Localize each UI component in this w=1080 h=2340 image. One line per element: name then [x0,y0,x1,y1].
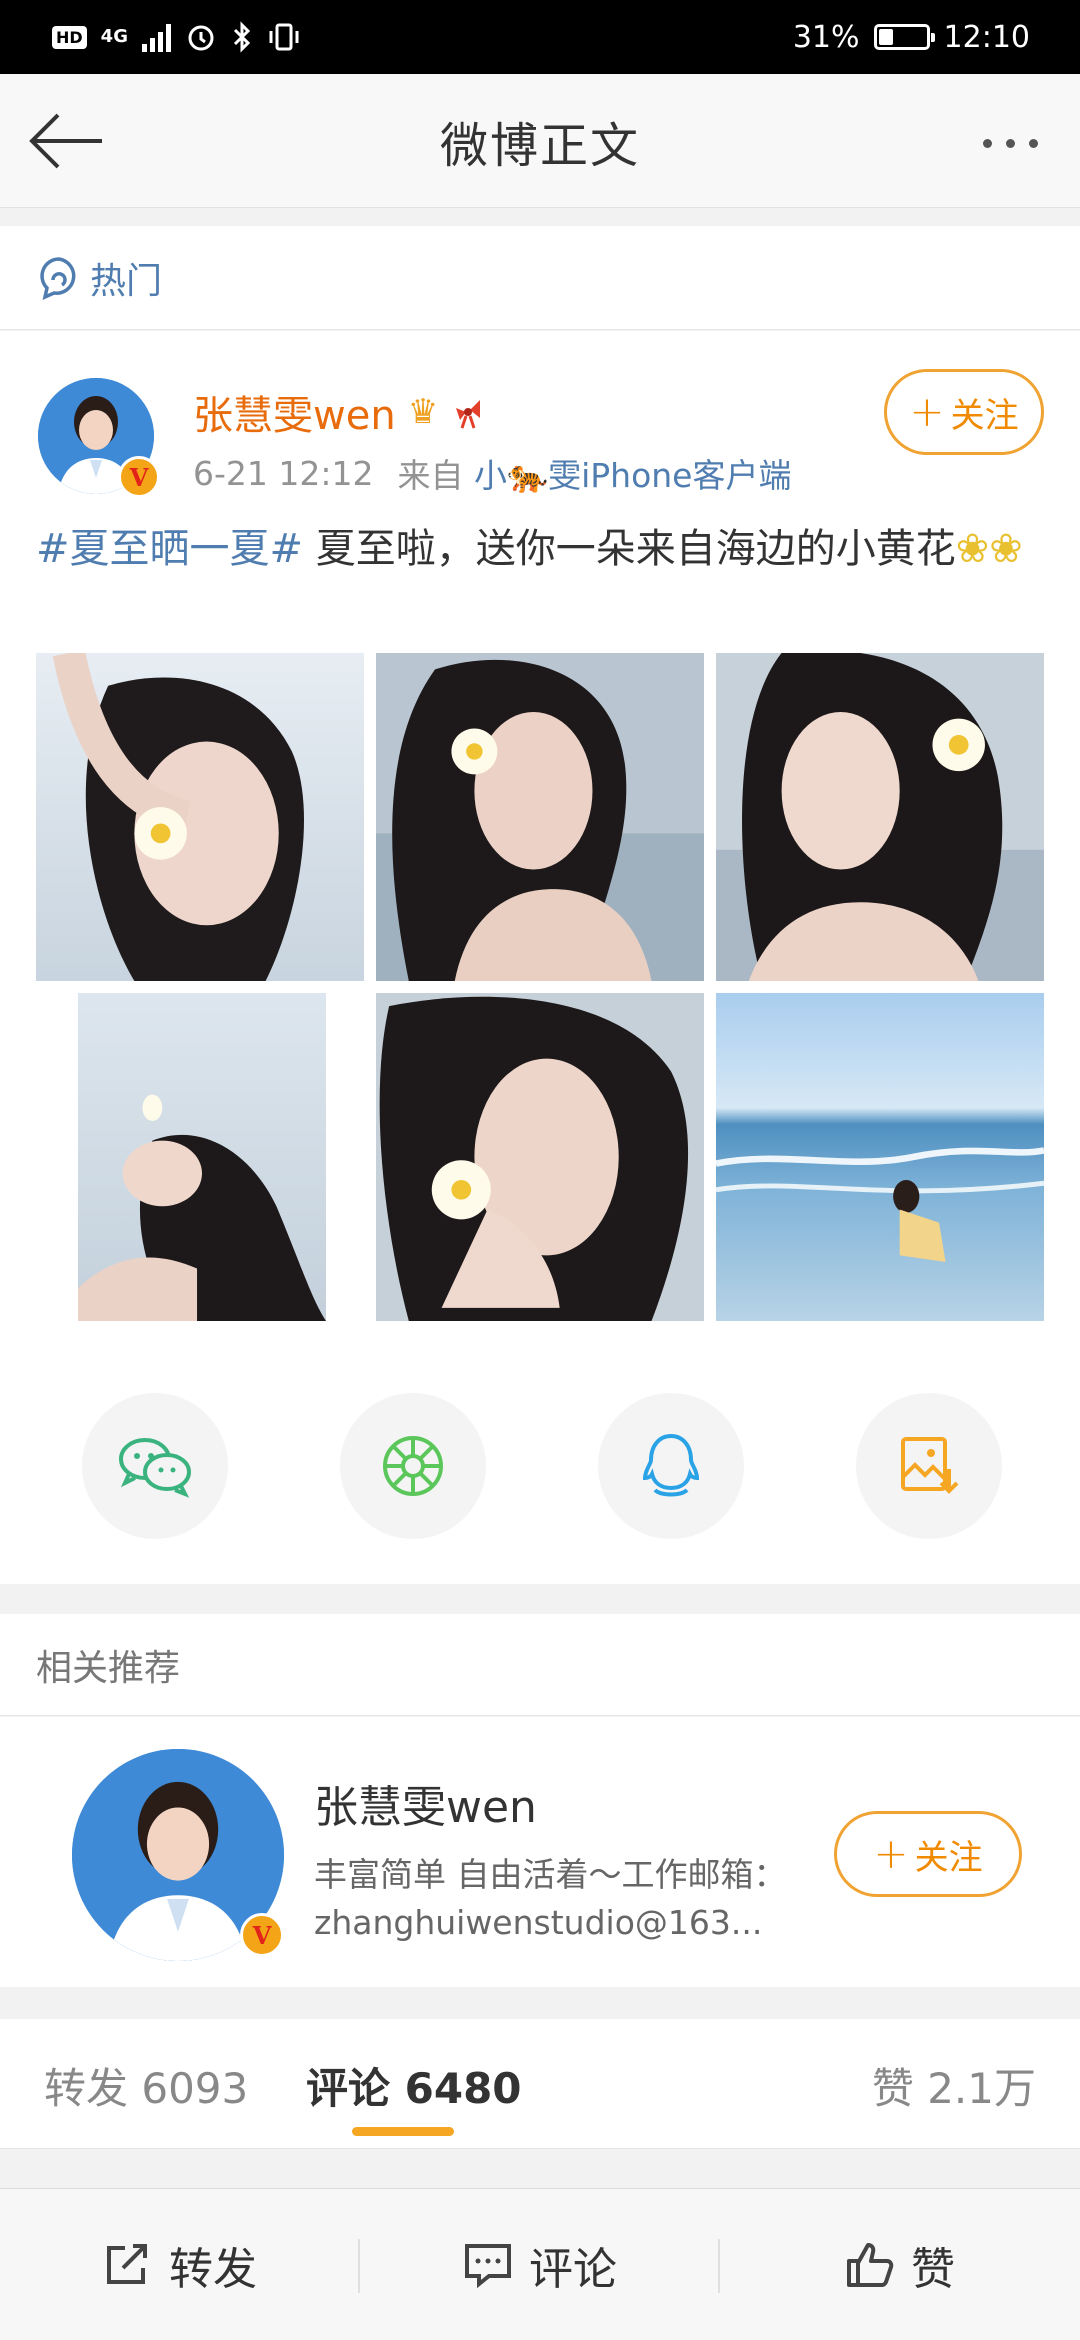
tab-repost[interactable]: 转发 6093 [44,2055,248,2116]
more-dot-icon [1005,138,1015,148]
thumbs-up-icon [847,2243,894,2287]
nav-bar: 微博正文 [0,74,1080,208]
more-dot-icon [1028,138,1038,148]
save-image-icon [901,1437,959,1494]
bottom-action-bar: 转发 评论 赞 [0,2188,1080,2340]
post-image-6[interactable] [716,993,1044,1321]
source-suffix[interactable]: 雯iPhone客户端 [548,456,791,495]
plus-icon: + [873,1829,909,1878]
clock: 12:10 [943,19,1030,55]
post-image-2[interactable] [376,653,704,981]
post-image-5[interactable] [376,993,704,1321]
status-bar: HD 4G 31% 12:10 [0,0,1080,74]
signal-icon [141,22,171,52]
more-options-button[interactable] [970,118,1050,168]
network-label: 4G [100,26,128,47]
tiger-icon: 🐅 [507,456,549,495]
related-user-name[interactable]: 张慧雯wen [314,1771,537,1835]
related-follow-button[interactable]: + 关注 [834,1811,1022,1897]
share-row [0,1393,1080,1543]
flower-emoji-icon: ❀ [955,526,990,572]
plus-icon: + [909,387,945,436]
alarm-icon [188,25,214,51]
follow-label: 关注 [950,395,1019,436]
verified-badge-icon: V [240,1913,284,1957]
battery-fill [878,29,893,45]
author-avatar[interactable]: V [38,378,160,498]
hashtag-link[interactable]: #夏至晒一夏# [36,526,303,572]
bluetooth-icon [233,21,251,53]
qq-icon [642,1433,700,1497]
vibrate-icon [269,23,299,51]
related-user-bio: 丰富简单 自由活着～工作邮箱：zhanghuiwenstudio@163... [314,1855,787,1942]
battery-icon [873,24,935,50]
post-text: #夏至晒一夏# 夏至啦，送你一朵来自海边的小黄花❀❀ [36,521,1046,577]
from-label: 来自 [397,456,464,495]
ribbon-icon [456,400,481,429]
post-meta: 6-21 12:12 来自 小🐅雯iPhone客户端 [193,449,792,497]
tab-like[interactable]: 赞 2.1万 [872,2055,1036,2116]
like-label: 赞 [911,2244,955,2295]
repost-icon [107,2244,147,2284]
source-line: 来自 小🐅雯iPhone客户端 [398,449,792,497]
moments-icon [383,1436,443,1496]
hot-topic-icon [40,256,76,300]
tab-comment[interactable]: 评论 6480 [306,2055,522,2116]
repost-label: 转发 [169,2244,257,2295]
related-header: 相关推荐 [0,1614,1080,1716]
post-body: 夏至啦，送你一朵来自海边的小黄花 [303,526,956,572]
share-qq-button[interactable] [598,1393,744,1539]
post-image-4[interactable] [78,993,326,1321]
related-avatar[interactable]: V [72,1749,284,1961]
repost-button[interactable]: 转发 [0,2189,360,2340]
post-image-3[interactable] [716,653,1044,981]
share-wechat-button[interactable] [82,1393,228,1539]
comment-button[interactable]: 评论 [360,2189,720,2340]
page-title: 微博正文 [439,117,640,174]
verified-badge-icon: V [118,456,160,498]
battery-percent: 31% [792,19,860,55]
follow-button[interactable]: + 关注 [884,369,1044,455]
comment-icon [465,2244,511,2288]
wechat-icon [119,1438,191,1498]
weibo-post: V 张慧雯wen ♛ 6-21 12:12 来自 小🐅雯iPhone客户端 + … [0,331,1080,1584]
status-right: 31% 12:10 [793,20,1030,55]
related-follow-label: 关注 [914,1837,983,1878]
author-row: 张慧雯wen ♛ [193,383,486,441]
crown-icon: ♛ [407,392,439,432]
related-user-card[interactable]: V 张慧雯wen 丰富简单 自由活着～工作邮箱：zhanghuiwenstudi… [0,1717,1080,1987]
hot-label: 热门 [90,260,163,302]
more-dot-icon [982,138,992,148]
flower-emoji-icon: ❀ [989,526,1023,572]
back-arrow-icon[interactable] [26,108,106,174]
hd-badge: HD [52,25,87,49]
comment-label: 评论 [529,2244,617,2295]
share-moments-button[interactable] [340,1393,486,1539]
save-image-button[interactable] [856,1393,1002,1539]
like-button[interactable]: 赞 [720,2189,1080,2340]
related-title: 相关推荐 [36,1647,181,1689]
hot-strip[interactable]: 热门 [0,226,1080,330]
post-date: 6-21 12:12 [193,453,374,493]
source-prefix[interactable]: 小 [474,456,507,495]
active-tab-indicator [352,2127,454,2136]
author-name[interactable]: 张慧雯wen [193,383,396,441]
post-image-1[interactable] [36,653,364,981]
post-stats-tabs: 转发 6093 评论 6480 赞 2.1万 [0,2019,1080,2149]
status-left: HD 4G [52,21,301,53]
